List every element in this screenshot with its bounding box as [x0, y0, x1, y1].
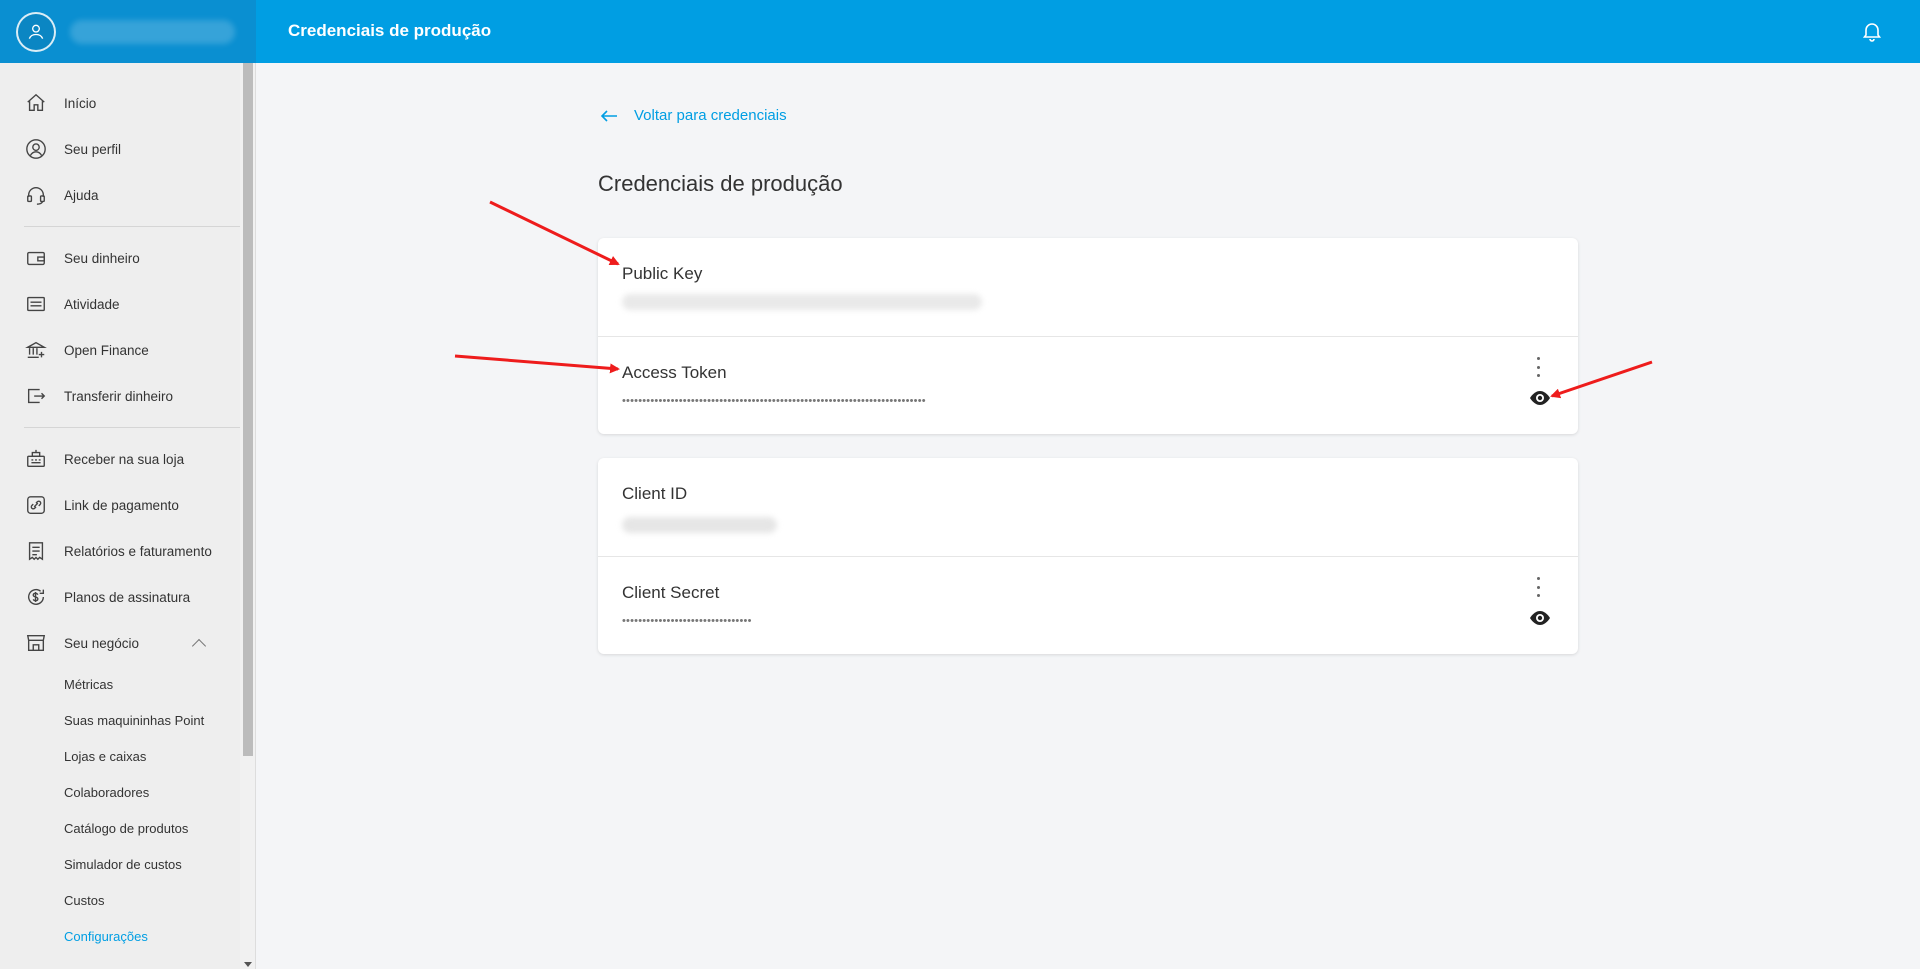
sidebar-item-seu-perfil[interactable]: Seu perfil: [24, 133, 121, 165]
arrow-left-icon: [600, 109, 617, 122]
sidebar: Início Seu perfil Ajuda Seu dinheiro Ati…: [0, 63, 240, 969]
scroll-down-arrow-icon[interactable]: [244, 962, 252, 967]
sidebar-item-atividade[interactable]: Atividade: [24, 288, 120, 320]
sidebar-subitem-maquininhas[interactable]: Suas maquininhas Point: [64, 713, 204, 728]
public-key-value-redacted: [622, 294, 982, 310]
public-key-row: Public Key: [598, 238, 1578, 336]
subscription-icon: [24, 585, 48, 609]
client-secret-show-eye-icon[interactable]: [1528, 609, 1552, 627]
page-header-title: Credenciais de produção: [288, 21, 492, 40]
sidebar-item-label: Atividade: [64, 296, 120, 312]
access-token-row: Access Token •••••••••••••••••••••••••••…: [598, 336, 1578, 434]
sidebar-item-seu-dinheiro[interactable]: Seu dinheiro: [24, 242, 140, 274]
account-area[interactable]: [0, 0, 256, 63]
sidebar-item-label: Link de pagamento: [64, 497, 179, 513]
client-id-row: Client ID: [598, 458, 1578, 556]
client-secret-more-options-icon[interactable]: [1532, 577, 1544, 597]
sidebar-item-ajuda[interactable]: Ajuda: [24, 179, 99, 211]
sidebar-subitem-simulador[interactable]: Simulador de custos: [64, 857, 182, 872]
sidebar-item-label: Seu perfil: [64, 141, 122, 157]
back-to-credentials-link[interactable]: Voltar para credenciais: [600, 107, 787, 124]
sidebar-subitem-catalogo[interactable]: Catálogo de produtos: [64, 821, 188, 836]
home-icon: [24, 91, 48, 115]
sidebar-item-label: Ajuda: [64, 187, 99, 203]
sidebar-item-label: Seu negócio: [64, 635, 140, 651]
sidebar-item-link-de-pagamento[interactable]: Link de pagamento: [24, 489, 179, 521]
sidebar-item-open-finance[interactable]: Open Finance: [24, 334, 149, 366]
account-name-redacted: [70, 20, 235, 44]
credentials-card: Public Key Access Token ••••••••••••••••…: [598, 238, 1578, 434]
sidebar-item-label: Relatórios e faturamento: [64, 543, 212, 559]
sidebar-subitem-configuracoes[interactable]: Configurações: [64, 929, 148, 944]
store-icon: [24, 631, 48, 655]
sidebar-subitem-custos[interactable]: Custos: [64, 893, 104, 908]
client-secret-label: Client Secret: [622, 583, 720, 602]
sidebar-scroll-thumb[interactable]: [243, 63, 253, 756]
wallet-icon: [24, 246, 48, 270]
sidebar-subitem-colaboradores[interactable]: Colaboradores: [64, 785, 149, 800]
sidebar-item-relatorios-e-faturamento[interactable]: Relatórios e faturamento: [24, 535, 212, 567]
back-link-label: Voltar para credenciais: [634, 107, 787, 124]
sidebar-divider: [24, 427, 240, 428]
register-icon: [24, 447, 48, 471]
sidebar-scrollbar[interactable]: [240, 63, 256, 969]
activity-icon: [24, 292, 48, 316]
sidebar-item-seu-negocio[interactable]: Seu negócio: [24, 627, 139, 659]
sidebar-subitem-metricas[interactable]: Métricas: [64, 677, 113, 692]
access-token-label: Access Token: [622, 363, 727, 382]
receipt-icon: [24, 539, 48, 563]
sidebar-item-label: Planos de assinatura: [64, 589, 191, 605]
access-token-more-options-icon[interactable]: [1532, 357, 1544, 377]
sidebar-item-planos-de-assinatura[interactable]: Planos de assinatura: [24, 581, 190, 613]
sidebar-item-label: Open Finance: [64, 342, 149, 358]
access-token-masked-value: ••••••••••••••••••••••••••••••••••••••••…: [622, 395, 926, 407]
bank-icon: [24, 338, 48, 362]
sidebar-item-label: Seu dinheiro: [64, 250, 140, 266]
chevron-up-icon[interactable]: [191, 638, 207, 654]
sidebar-item-label: Transferir dinheiro: [64, 388, 174, 404]
headset-icon: [24, 183, 48, 207]
client-credentials-card: Client ID Client Secret ••••••••••••••••…: [598, 458, 1578, 654]
link-icon: [24, 493, 48, 517]
public-key-label: Public Key: [622, 264, 703, 283]
sidebar-item-receber-na-sua-loja[interactable]: Receber na sua loja: [24, 443, 184, 475]
sidebar-divider: [24, 226, 240, 227]
access-token-show-eye-icon[interactable]: [1528, 389, 1552, 407]
transfer-icon: [24, 384, 48, 408]
profile-icon: [24, 137, 48, 161]
sidebar-item-label: Início: [64, 95, 97, 111]
page-title: Credenciais de produção: [598, 171, 843, 196]
avatar[interactable]: [16, 12, 56, 52]
annotation-arrow-access-token: [454, 354, 620, 374]
sidebar-item-inicio[interactable]: Início: [24, 87, 96, 119]
sidebar-item-label: Receber na sua loja: [64, 451, 185, 467]
sidebar-item-transferir-dinheiro[interactable]: Transferir dinheiro: [24, 380, 173, 412]
user-icon: [28, 24, 44, 39]
client-id-value-redacted: [622, 517, 777, 533]
bell-icon[interactable]: [1860, 19, 1884, 43]
client-secret-row: Client Secret ••••••••••••••••••••••••••…: [598, 556, 1578, 654]
client-secret-masked-value: ••••••••••••••••••••••••••••••••: [622, 615, 752, 627]
client-id-label: Client ID: [622, 484, 688, 503]
sidebar-subitem-lojas-e-caixas[interactable]: Lojas e caixas: [64, 749, 146, 764]
top-bar: Credenciais de produção: [0, 0, 1920, 63]
